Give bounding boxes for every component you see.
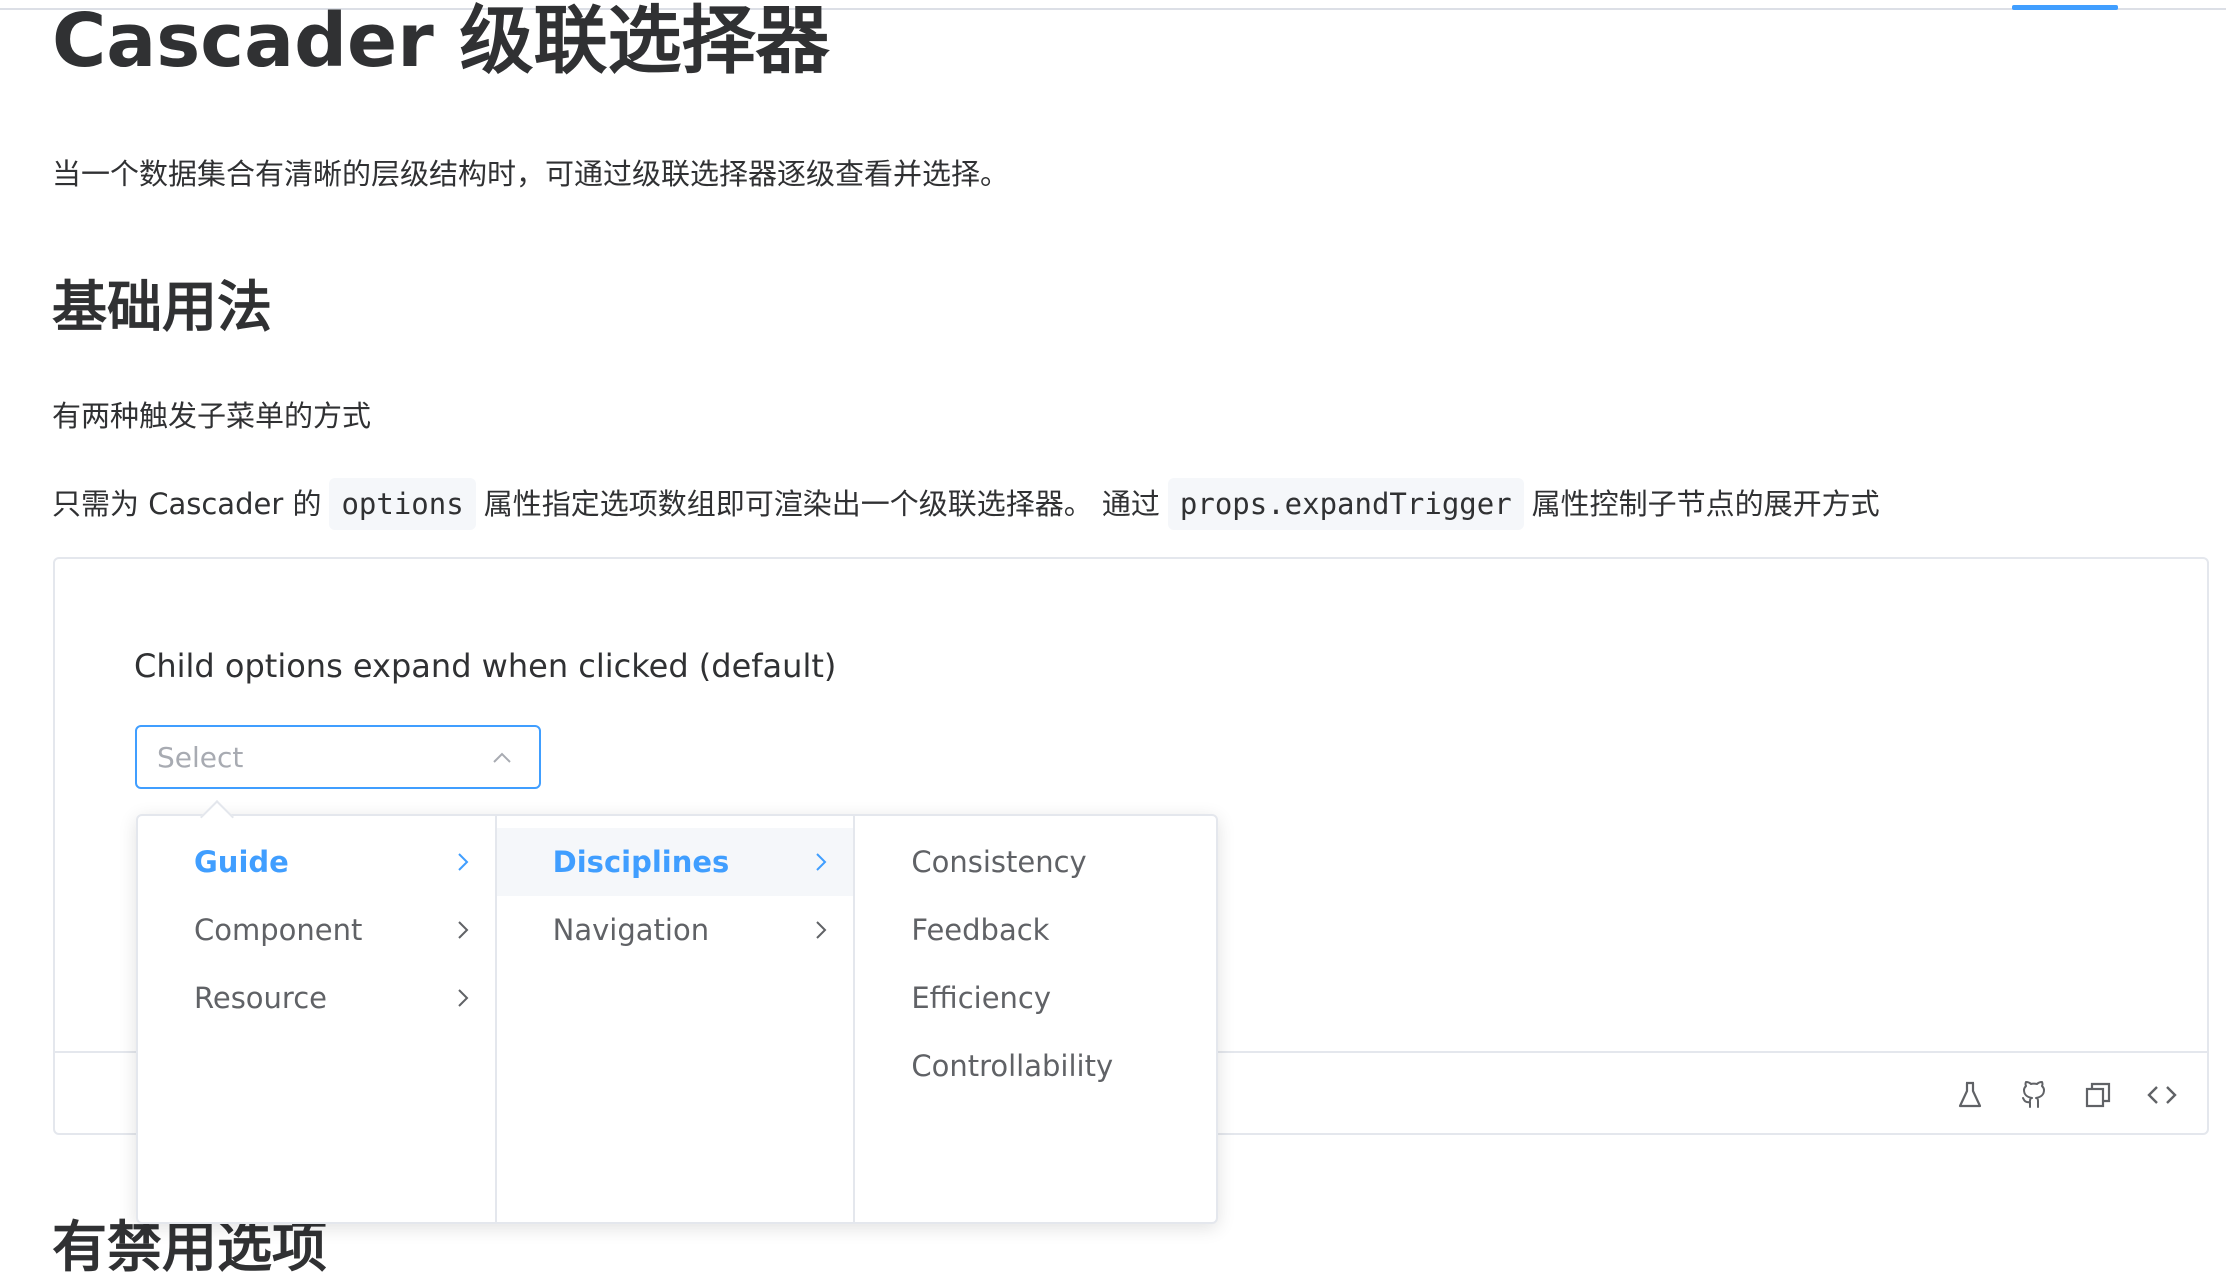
flask-icon[interactable] [1950,1075,1990,1115]
cascader-dropdown: Guide Component Resource Disciplines Nav… [136,814,1218,1224]
copy-icon[interactable] [2078,1075,2118,1115]
chevron-right-icon [457,989,469,1007]
cascader-node-label: Controllability [911,1049,1114,1083]
intro-text: 当一个数据集合有清晰的层级结构时，可通过级联选择器逐级查看并选择。 [52,157,1010,191]
cascader-node-label: Resource [194,981,327,1015]
active-tab-indicator [2012,5,2118,10]
cascader-node-label: Navigation [552,913,710,947]
cascader-node-label: Efficiency [911,981,1052,1015]
cascader-node-component[interactable]: Component [138,896,495,964]
cascader-node-resource[interactable]: Resource [138,964,495,1032]
cascader-node-label: Disciplines [552,845,730,879]
cascader-node-label: Component [194,913,363,947]
chevron-right-icon [457,921,469,939]
cascader-select[interactable] [135,725,541,789]
cascader-menu-level-1: Guide Component Resource [138,816,497,1222]
cascader-node-efficiency[interactable]: Efficiency [855,964,1216,1032]
section-description: 只需为 Cascader 的 options 属性指定选项数组即可渲染出一个级联… [52,478,1880,530]
code-options: options [329,478,476,530]
github-icon[interactable] [2014,1075,2054,1115]
demo-label: Child options expand when clicked (defau… [134,647,837,685]
cascader-select-input[interactable] [137,740,477,774]
description-text-1: 只需为 Cascader 的 [52,487,322,521]
docs-page: Cascader 级联选择器 当一个数据集合有清晰的层级结构时，可通过级联选择器… [0,0,2226,1272]
chevron-right-icon [816,853,827,871]
cascader-node-consistency[interactable]: Consistency [855,828,1216,896]
cascader-node-feedback[interactable]: Feedback [855,896,1216,964]
cascader-node-label: Guide [194,845,289,879]
cascader-node-disciplines[interactable]: Disciplines [496,828,854,896]
section-heading-basic: 基础用法 [52,275,273,339]
cascader-menu-level-2: Disciplines Navigation [496,816,856,1222]
cascader-node-label: Consistency [911,845,1087,879]
chevron-right-icon [816,921,827,939]
cascader-menu-level-3: Consistency Feedback Efficiency Controll… [855,816,1216,1222]
cascader-node-guide[interactable]: Guide [138,828,495,896]
code-expand-trigger: props.expandTrigger [1167,478,1524,530]
section-subtitle: 有两种触发子菜单的方式 [52,399,372,433]
page-title: Cascader 级联选择器 [52,0,830,84]
cascader-node-controllability[interactable]: Controllability [855,1032,1216,1100]
code-icon[interactable] [2142,1075,2182,1115]
cascader-node-label: Feedback [911,913,1050,947]
description-text-3: 属性控制子节点的展开方式 [1531,487,1880,521]
chevron-up-icon [493,752,511,763]
description-text-2: 属性指定选项数组即可渲染出一个级联选择器。 通过 [483,487,1160,521]
cascader-node-navigation[interactable]: Navigation [497,896,854,964]
chevron-right-icon [457,853,469,871]
